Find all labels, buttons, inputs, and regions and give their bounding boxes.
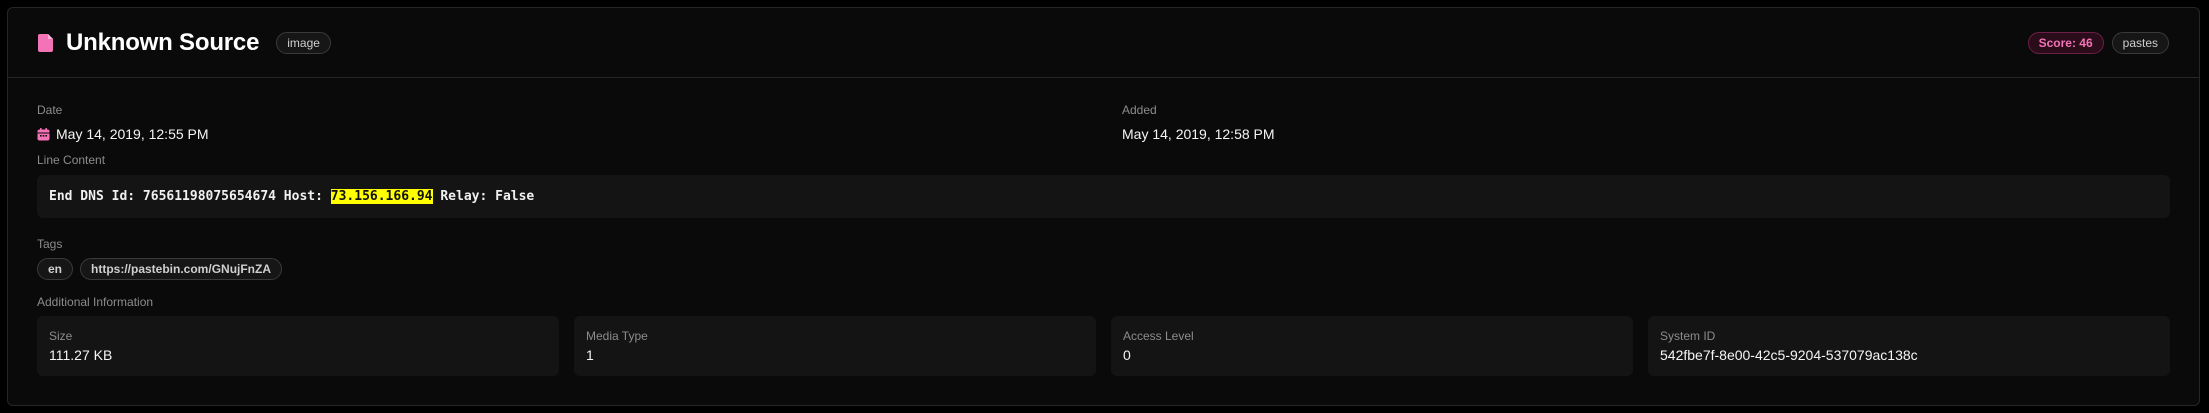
added-value: May 14, 2019, 12:58 PM <box>1122 126 1275 142</box>
info-access-level: Access Level 0 <box>1111 316 1633 376</box>
tag-source-url[interactable]: https://pastebin.com/GNujFnZA <box>80 258 283 280</box>
info-access-level-value: 0 <box>1123 347 1131 363</box>
line-content-label: Line Content <box>37 153 106 167</box>
info-media-type-label: Media Type <box>586 329 648 343</box>
file-icon <box>37 33 55 53</box>
line-content-prefix: End DNS Id: 76561198075654674 Host: <box>49 189 331 204</box>
type-badge: image <box>276 31 331 54</box>
date-label: Date <box>37 103 63 117</box>
line-content-suffix: Relay: False <box>432 189 535 204</box>
info-access-level-label: Access Level <box>1123 329 1194 343</box>
info-system-id: System ID 542fbe7f-8e00-42c5-9204-537079… <box>1648 316 2170 376</box>
tags-list: en https://pastebin.com/GNujFnZA <box>37 258 2170 280</box>
score-badge: Score: 46 <box>2027 31 2104 54</box>
line-content-block: End DNS Id: 76561198075654674 Host: 73.1… <box>37 175 2170 218</box>
page-title: Unknown Source <box>66 28 260 56</box>
tags-label: Tags <box>37 237 63 251</box>
tag-language[interactable]: en <box>37 258 74 280</box>
info-size: Size 111.27 KB <box>37 316 559 376</box>
source-badge: pastes <box>2111 31 2169 54</box>
added-label: Added <box>1122 103 1157 117</box>
date-value: May 14, 2019, 12:55 PM <box>56 126 209 142</box>
info-system-id-label: System ID <box>1660 329 1716 343</box>
record-card: Unknown Source image Score: 46 pastes Da… <box>7 7 2200 406</box>
date-value-row: May 14, 2019, 12:55 PM <box>37 126 209 142</box>
calendar-icon <box>37 127 50 141</box>
info-media-type: Media Type 1 <box>574 316 1096 376</box>
card-body: Date May 14, 2019, 12:55 PM Added May 14… <box>8 78 2199 376</box>
dates-row: Date May 14, 2019, 12:55 PM Added May 14… <box>37 78 2170 153</box>
info-media-type-value: 1 <box>586 347 594 363</box>
added-field: Added May 14, 2019, 12:58 PM <box>1122 103 1275 142</box>
info-size-label: Size <box>49 329 73 343</box>
info-system-id-value: 542fbe7f-8e00-42c5-9204-537079ac138c <box>1660 347 1918 363</box>
additional-info-grid: Size 111.27 KB Media Type 1 Access Level… <box>37 316 2170 376</box>
info-size-value: 111.27 KB <box>49 347 113 363</box>
title-group: Unknown Source image <box>37 29 331 57</box>
card-header: Unknown Source image Score: 46 pastes <box>8 8 2199 78</box>
date-field: Date May 14, 2019, 12:55 PM <box>37 103 209 142</box>
additional-info-label: Additional Information <box>37 295 154 309</box>
highlighted-ip: 73.156.166.94 <box>330 189 433 204</box>
